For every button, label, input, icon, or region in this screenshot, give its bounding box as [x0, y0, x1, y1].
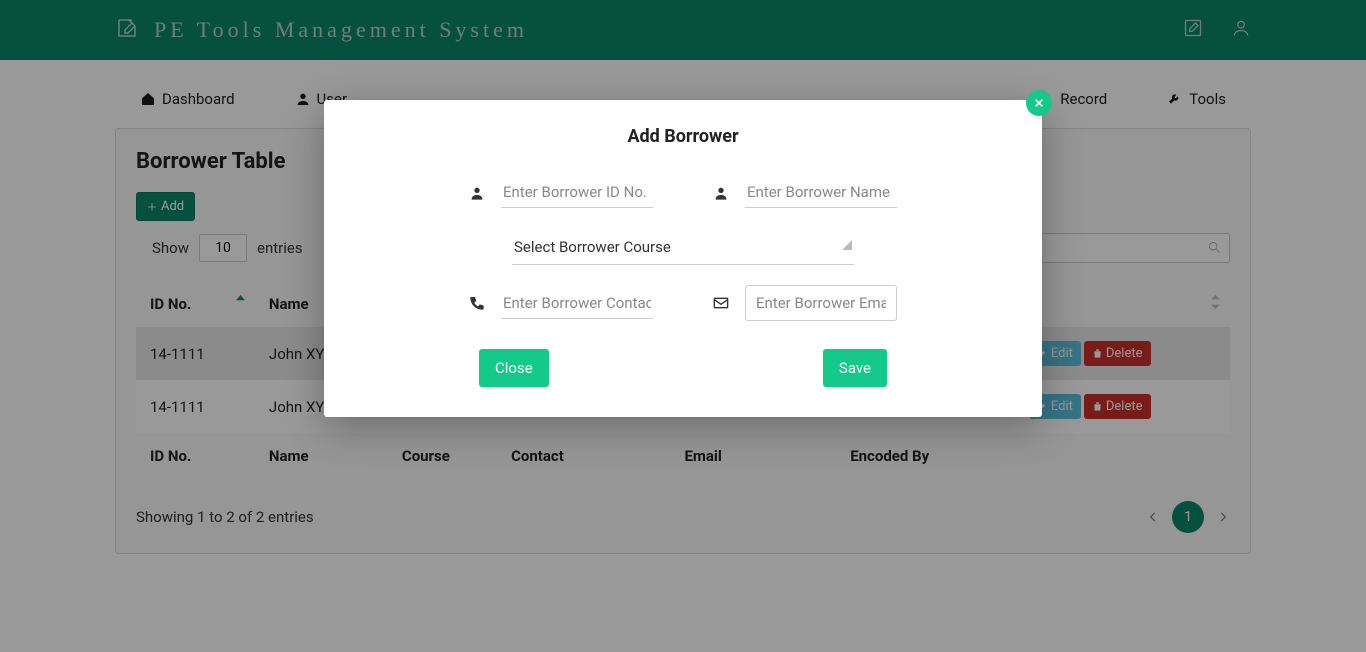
add-borrower-modal: Add Borrower Select Borrower Course Clos… — [324, 100, 1042, 417]
borrower-id-input[interactable] — [501, 177, 653, 208]
borrower-name-input[interactable] — [745, 177, 897, 208]
phone-icon — [469, 295, 485, 311]
save-button[interactable]: Save — [823, 349, 887, 387]
person-icon — [469, 185, 485, 201]
person-icon — [713, 185, 729, 201]
envelope-icon — [713, 295, 729, 311]
modal-close-button[interactable] — [1026, 90, 1052, 116]
close-icon — [1034, 98, 1044, 108]
chevron-down-icon — [842, 240, 852, 250]
modal-title: Add Borrower — [364, 126, 1002, 147]
close-button[interactable]: Close — [479, 349, 549, 387]
borrower-email-input[interactable] — [745, 285, 897, 321]
borrower-contact-input[interactable] — [501, 288, 653, 319]
borrower-course-select[interactable]: Select Borrower Course — [512, 232, 854, 265]
